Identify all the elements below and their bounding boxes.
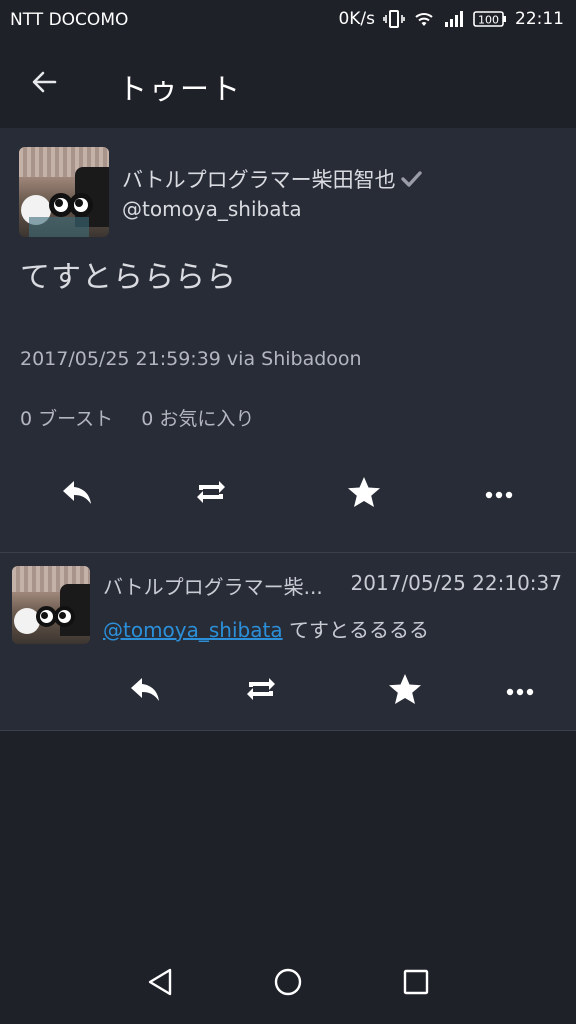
reply-content: @tomoya_shibata てすとるるるる — [103, 614, 429, 643]
boost-button[interactable] — [191, 474, 231, 514]
status-detail: バトルプログラマー柴田智也 @tomoya_shibata てすとらららら 20… — [0, 128, 576, 553]
boost-icon — [194, 477, 228, 511]
nav-back-button[interactable] — [140, 964, 180, 1004]
carrier-name: NTT DOCOMO — [10, 10, 129, 30]
status-actions — [0, 474, 576, 514]
reply-button[interactable] — [57, 474, 97, 514]
display-name[interactable]: バトルプログラマー柴田智也 — [122, 164, 422, 194]
reply-text: てすとるるるる — [282, 618, 429, 642]
nav-recents-button[interactable] — [396, 964, 436, 1004]
favourite-button[interactable] — [385, 671, 425, 711]
reply-timestamp: 2017/05/25 22:10:37 — [350, 571, 562, 595]
vibrate-icon — [383, 9, 405, 29]
battery-level: 100 — [478, 14, 499, 27]
mention-link[interactable]: @tomoya_shibata — [103, 618, 283, 642]
battery-icon: 100 — [473, 10, 507, 28]
reply-button[interactable] — [125, 671, 165, 711]
back-triangle-icon — [146, 967, 174, 1001]
avatar[interactable] — [12, 566, 90, 644]
more-icon — [505, 682, 535, 701]
reply-icon — [61, 478, 93, 510]
page-title: トゥート — [118, 72, 243, 106]
navigation-bar — [0, 944, 576, 1024]
arrow-left-icon — [30, 68, 58, 100]
status-bar: NTT DOCOMO 0K/s 100 22:11 — [0, 0, 576, 40]
more-icon — [484, 485, 514, 504]
reply-status[interactable]: バトルプログラマー柴... 2017/05/25 22:10:37 @tomoy… — [0, 553, 576, 731]
boost-button[interactable] — [241, 671, 281, 711]
app-bar: トゥート — [0, 40, 576, 128]
account-handle[interactable]: @tomoya_shibata — [122, 197, 302, 221]
signal-icon — [443, 10, 465, 28]
avatar[interactable] — [19, 147, 109, 237]
status-bar-right: 0K/s 100 22:11 — [338, 9, 564, 29]
home-circle-icon — [273, 967, 303, 1001]
wifi-icon — [413, 10, 435, 28]
status-counts: 0 ブースト 0 お気に入り — [20, 404, 254, 431]
favourite-star-icon — [388, 673, 422, 709]
clock: 22:11 — [515, 9, 564, 29]
reply-actions — [0, 671, 576, 711]
favourite-button[interactable] — [344, 474, 384, 514]
favourite-star-icon — [347, 476, 381, 512]
status-content: てすとらららら — [20, 260, 237, 295]
reply-icon — [129, 675, 161, 707]
checkmark-icon — [400, 168, 422, 190]
boost-icon — [244, 674, 278, 708]
boost-count[interactable]: 0 ブースト — [20, 404, 113, 431]
nav-home-button[interactable] — [268, 964, 308, 1004]
favourite-count[interactable]: 0 お気に入り — [141, 404, 254, 431]
more-button[interactable] — [479, 474, 519, 514]
more-button[interactable] — [500, 671, 540, 711]
reply-display-name[interactable]: バトルプログラマー柴... — [103, 571, 343, 600]
display-name-text: バトルプログラマー柴田智也 — [122, 168, 396, 192]
recents-square-icon — [402, 968, 430, 1000]
back-button[interactable] — [24, 64, 64, 104]
network-speed: 0K/s — [338, 9, 375, 29]
status-timestamp-via: 2017/05/25 21:59:39 via Shibadoon — [20, 348, 362, 370]
